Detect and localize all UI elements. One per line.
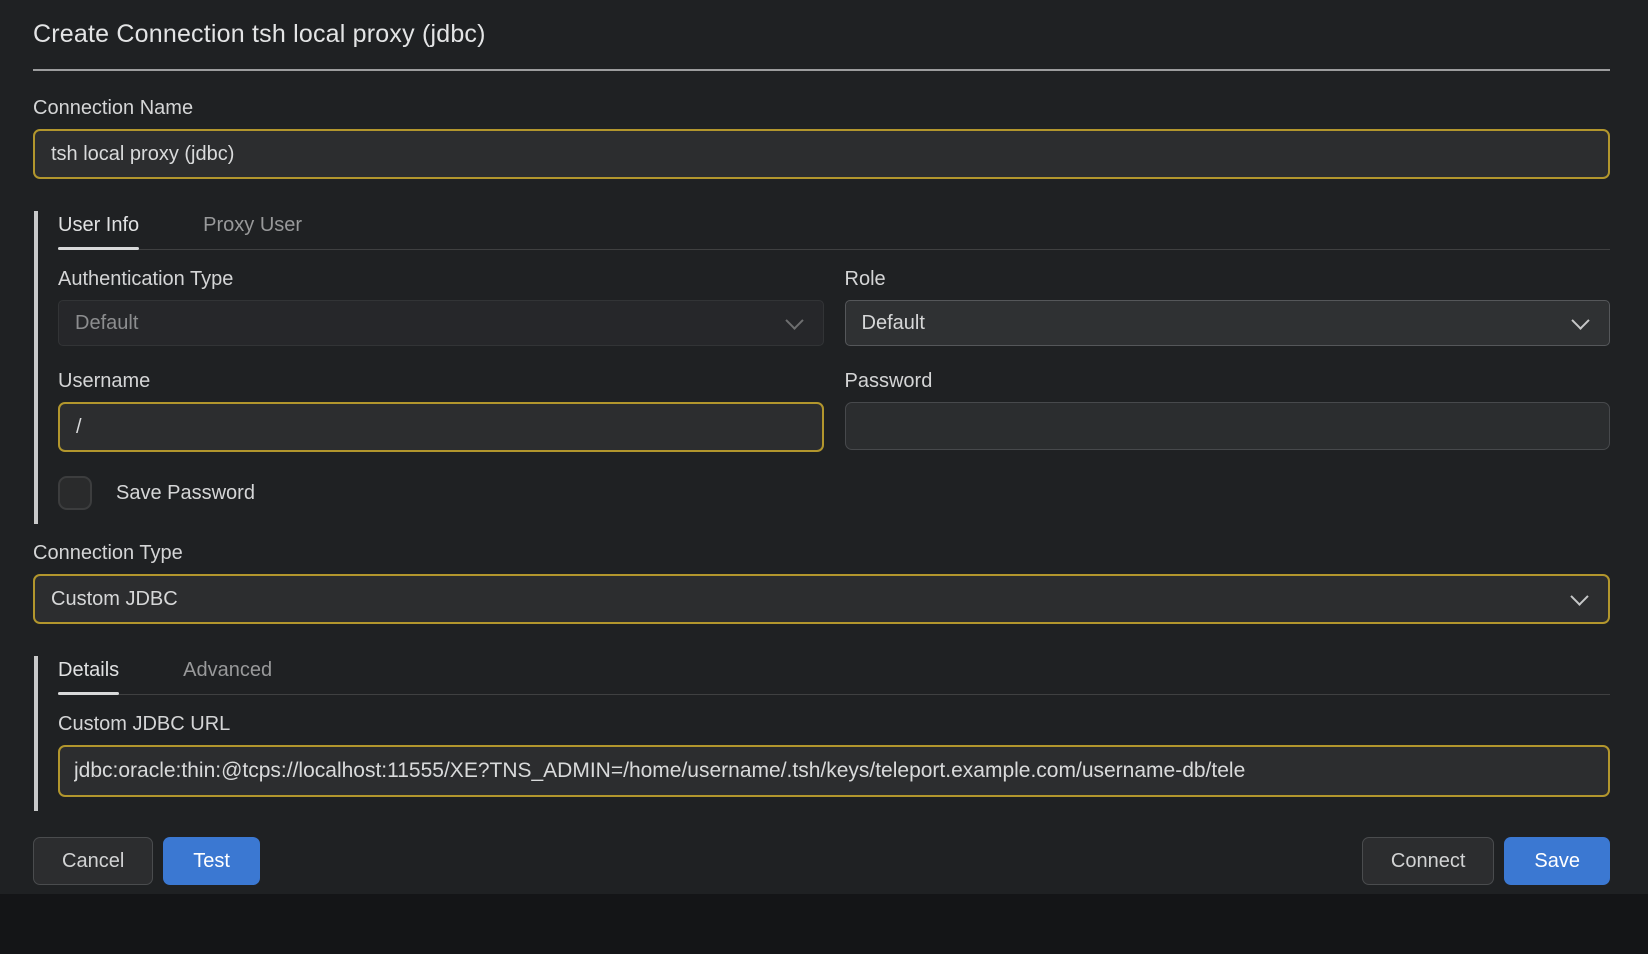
password-input[interactable] (845, 402, 1611, 450)
create-connection-dialog: Create Connection tsh local proxy (jdbc)… (0, 0, 1648, 885)
page-title: Create Connection tsh local proxy (jdbc) (33, 20, 1610, 49)
chevron-down-icon (785, 311, 803, 329)
connection-type-value: Custom JDBC (51, 588, 178, 611)
title-divider (33, 69, 1610, 71)
custom-jdbc-url-label: Custom JDBC URL (58, 713, 1610, 736)
tab-advanced[interactable]: Advanced (183, 656, 272, 694)
connection-type-select[interactable]: Custom JDBC (33, 574, 1610, 624)
authentication-type-select[interactable]: Default (58, 300, 824, 346)
chevron-down-icon (1571, 311, 1589, 329)
password-label: Password (845, 370, 1611, 393)
custom-jdbc-url-input[interactable] (58, 745, 1610, 797)
test-button[interactable]: Test (163, 837, 260, 885)
authentication-type-label: Authentication Type (58, 268, 824, 291)
connection-type-label: Connection Type (33, 542, 1610, 565)
cancel-button[interactable]: Cancel (33, 837, 153, 885)
username-label: Username (58, 370, 824, 393)
tab-proxy-user[interactable]: Proxy User (203, 211, 302, 249)
tab-details[interactable]: Details (58, 656, 119, 694)
role-label: Role (845, 268, 1611, 291)
connect-button[interactable]: Connect (1362, 837, 1495, 885)
save-password-label: Save Password (116, 482, 255, 505)
connection-name-input[interactable] (33, 129, 1610, 179)
save-button[interactable]: Save (1504, 837, 1610, 885)
bottom-background-strip (0, 894, 1648, 954)
chevron-down-icon (1570, 587, 1588, 605)
authentication-type-value: Default (75, 312, 138, 335)
details-section: Details Advanced Custom JDBC URL (34, 656, 1610, 811)
role-value: Default (862, 312, 925, 335)
user-info-tabs: User Info Proxy User (58, 211, 1610, 250)
save-password-checkbox[interactable] (58, 476, 92, 510)
username-input[interactable] (58, 402, 824, 452)
tab-user-info[interactable]: User Info (58, 211, 139, 249)
role-select[interactable]: Default (845, 300, 1611, 346)
dialog-footer: Cancel Test Connect Save (33, 837, 1610, 885)
user-info-section: User Info Proxy User Authentication Type… (34, 211, 1610, 524)
connection-name-label: Connection Name (33, 97, 1610, 120)
details-tabs: Details Advanced (58, 656, 1610, 695)
